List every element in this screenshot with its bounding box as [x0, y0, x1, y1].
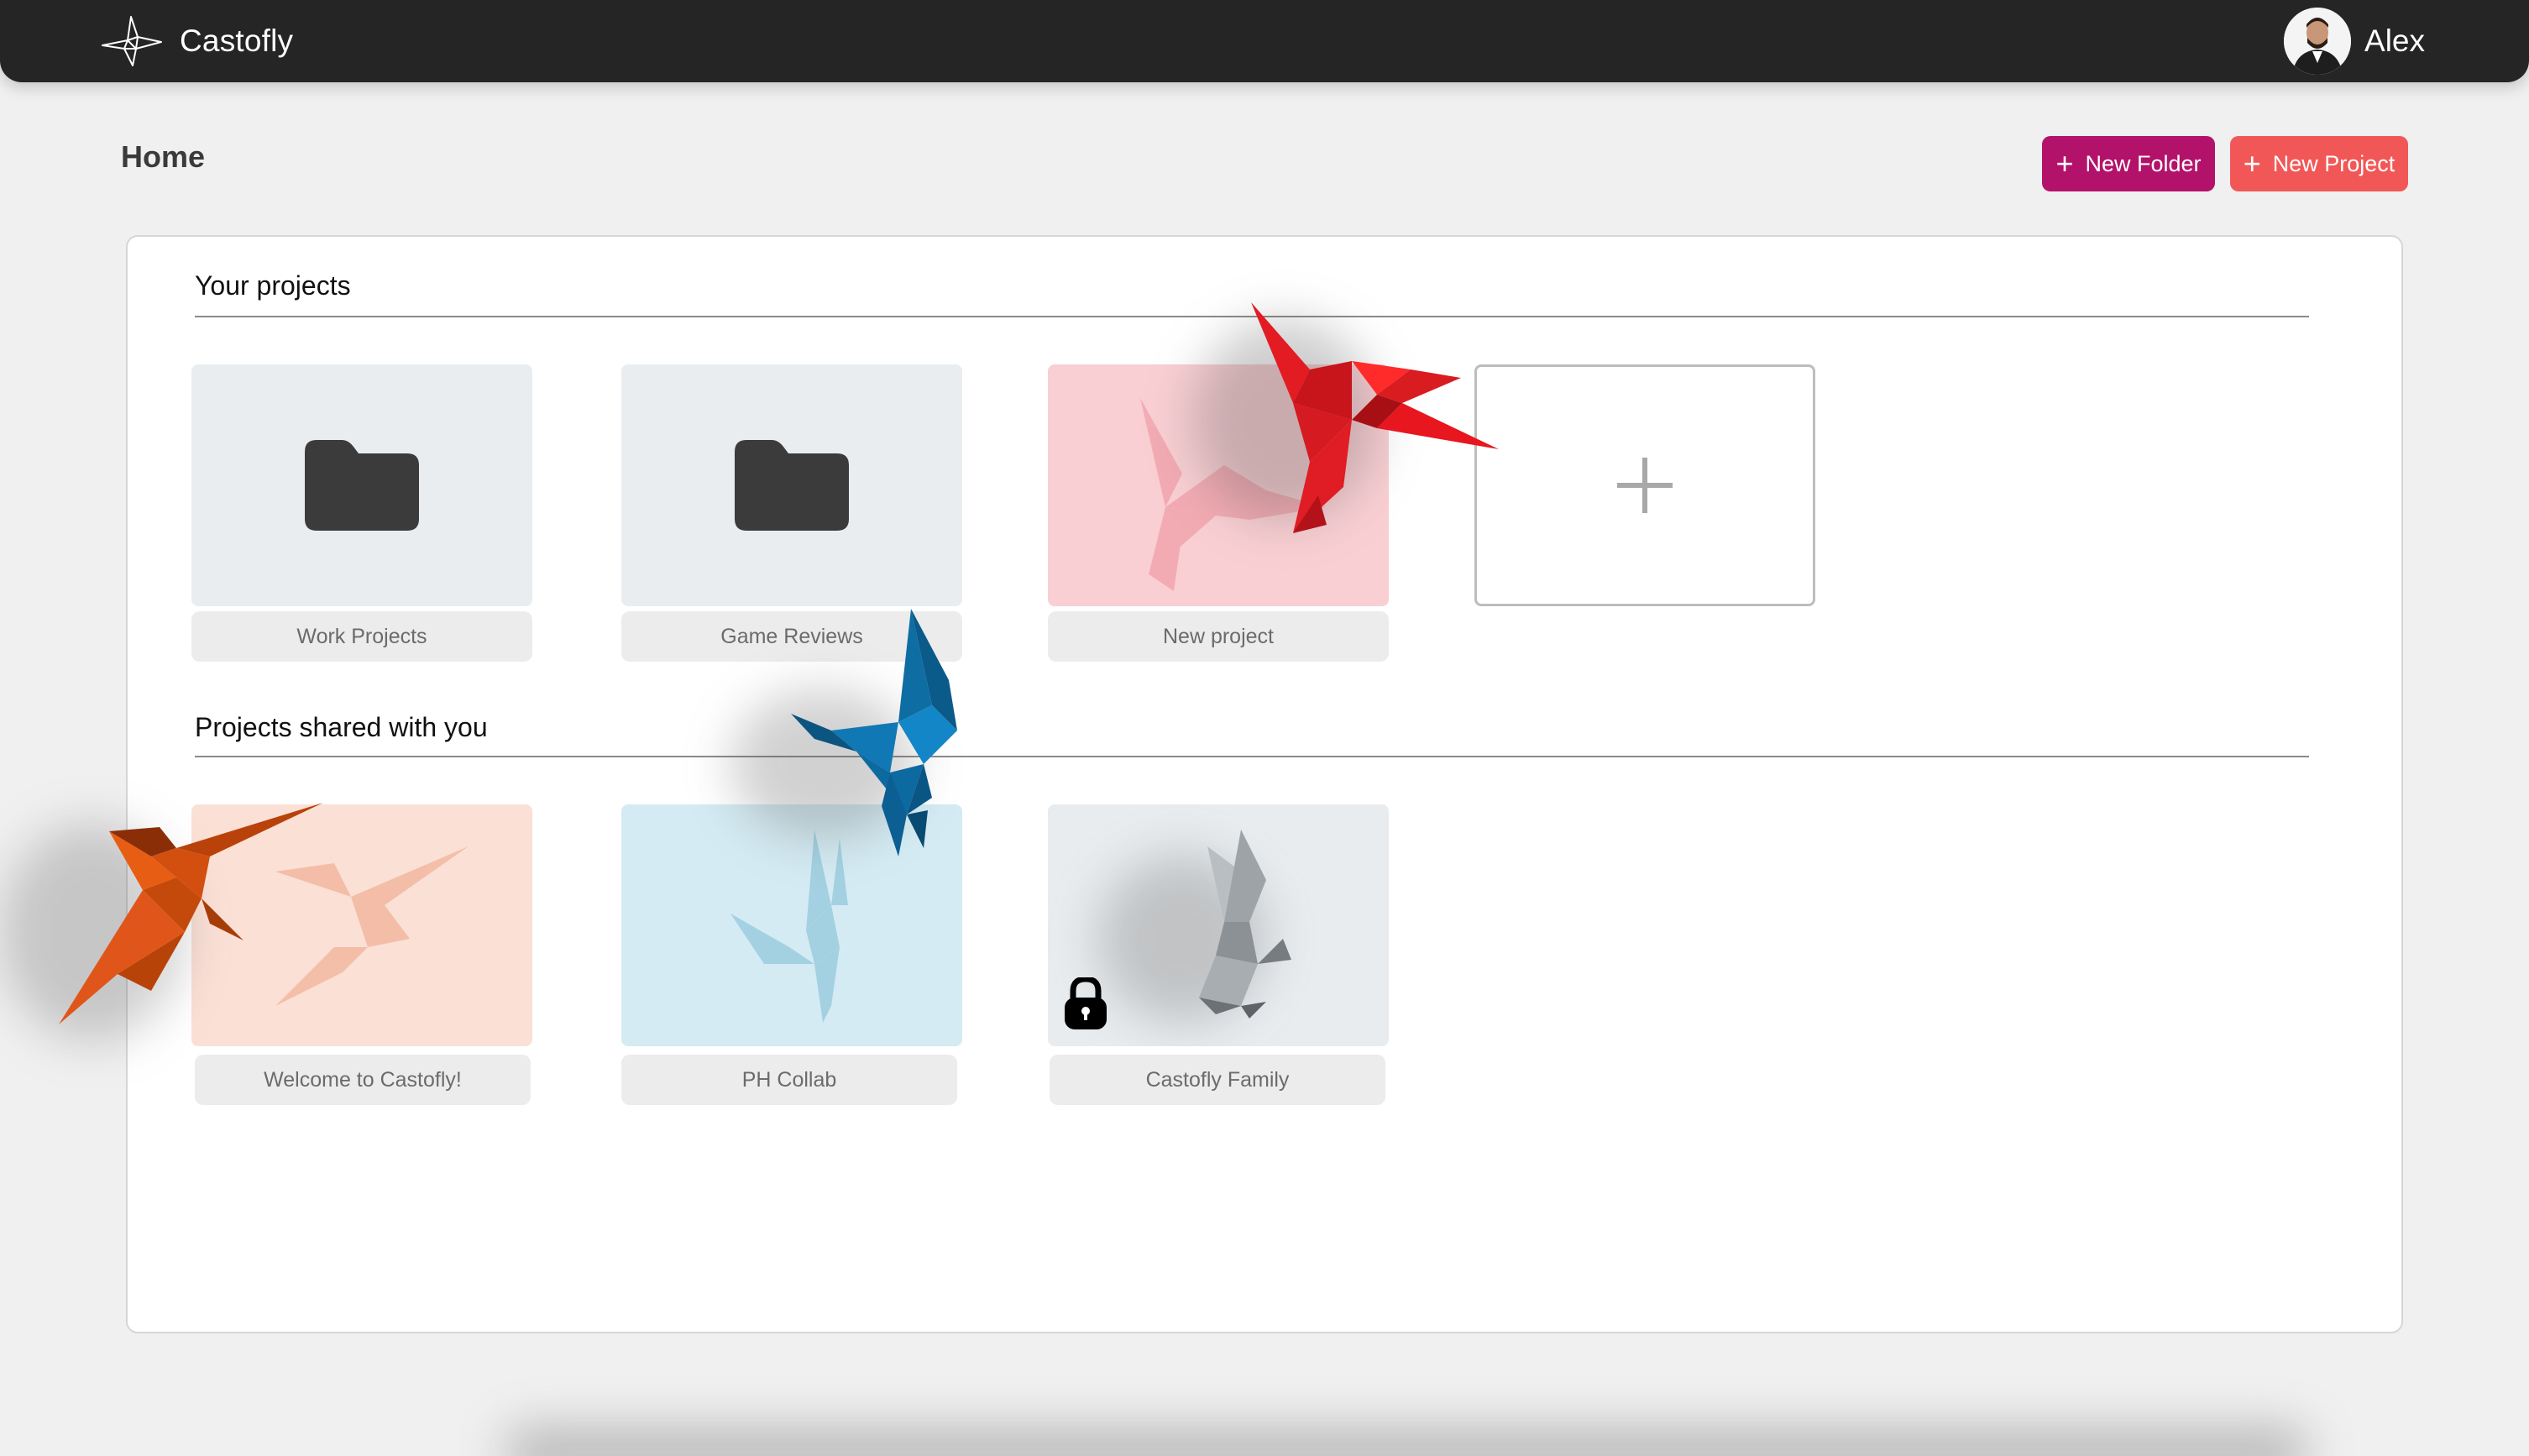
add-project-tile[interactable]	[1474, 364, 1815, 606]
page-title: Home	[121, 139, 206, 174]
brand[interactable]: Castofly	[99, 10, 293, 72]
plus-icon: +	[2055, 146, 2074, 181]
origami-bird-thumbnail	[730, 830, 848, 1023]
section-divider	[195, 316, 2309, 317]
folder-icon	[735, 440, 849, 531]
project-tile-ph-collab[interactable]	[621, 804, 962, 1046]
tile-label[interactable]: PH Collab	[621, 1055, 957, 1105]
folder-tile-work-projects[interactable]	[191, 364, 532, 606]
user-avatar-icon	[2284, 8, 2352, 75]
project-tile-welcome[interactable]	[191, 804, 532, 1046]
app-name: Castofly	[180, 24, 294, 58]
tile-label[interactable]: Game Reviews	[621, 611, 962, 662]
tile-label[interactable]: Work Projects	[191, 611, 532, 662]
origami-swallow-thumbnail	[275, 846, 469, 1006]
section-title-shared: Projects shared with you	[195, 712, 488, 742]
tile-label[interactable]: New project	[1048, 611, 1389, 662]
origami-bird-logo-icon	[102, 16, 162, 66]
tile-label[interactable]: Welcome to Castofly!	[195, 1055, 531, 1105]
new-folder-label: New Folder	[2085, 150, 2202, 176]
project-tile-castofly-family[interactable]	[1048, 804, 1389, 1046]
project-tile-new-project[interactable]	[1048, 364, 1389, 606]
section-title-your-projects: Your projects	[195, 270, 351, 301]
folder-icon	[305, 440, 419, 531]
lock-icon	[1065, 977, 1107, 1029]
section-divider	[195, 756, 2309, 757]
plus-icon: +	[2243, 146, 2261, 181]
user-menu[interactable]: Alex	[2284, 7, 2425, 76]
new-folder-button[interactable]: + New Folder	[2042, 136, 2215, 191]
tile-label[interactable]: Castofly Family	[1050, 1055, 1385, 1105]
top-bar: Castofly Alex	[0, 0, 2529, 82]
avatar[interactable]	[2284, 8, 2352, 75]
user-name: Alex	[2364, 24, 2425, 58]
folder-tile-game-reviews[interactable]	[621, 364, 962, 606]
plus-icon	[1617, 458, 1673, 513]
new-project-label: New Project	[2272, 150, 2395, 176]
origami-bird-thumbnail	[1140, 398, 1325, 591]
new-project-button[interactable]: + New Project	[2230, 136, 2408, 191]
